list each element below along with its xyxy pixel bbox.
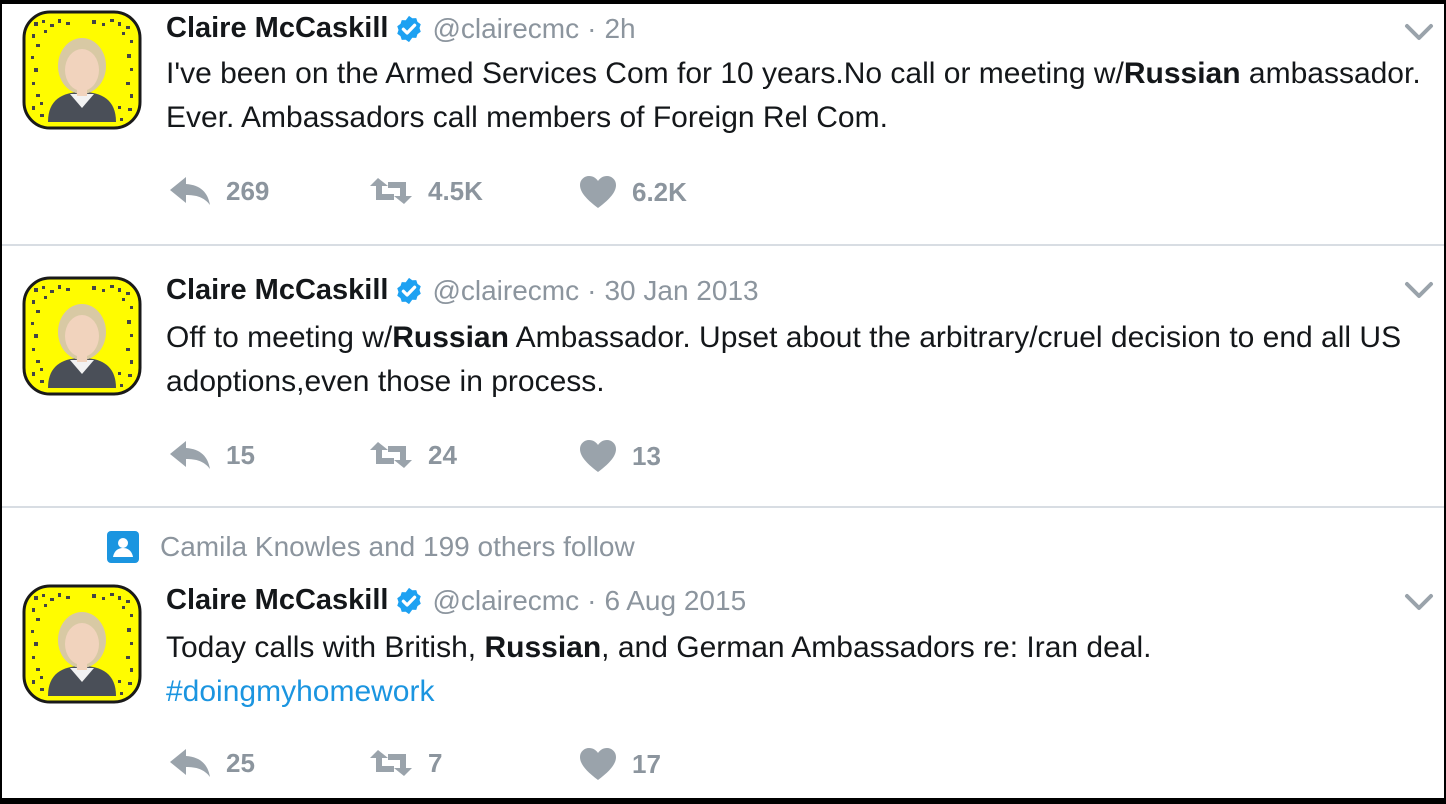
social-context: Camila Knowles and 199 others follow [106,530,635,564]
author-handle[interactable]: @clairecmc [432,13,579,45]
text-segment: Today calls with British, [166,631,485,664]
tweet-timestamp[interactable]: 6 Aug 2015 [604,585,746,617]
heart-icon [578,174,618,210]
text-segment-bold: Russian [484,631,602,664]
retweet-button[interactable]: 24 [368,438,457,472]
tweet-card[interactable]: Claire McCaskill @clairecmc · 30 Jan 201… [2,246,1444,508]
retweet-count: 24 [428,439,457,470]
tweet-header: Claire McCaskill @clairecmc · 2h [166,12,636,45]
reply-button[interactable]: 25 [168,746,255,780]
chevron-down-icon[interactable] [1404,592,1434,612]
reply-count: 15 [226,439,255,470]
tweet-header: Claire McCaskill @clairecmc · 6 Aug 2015 [166,584,746,617]
tweet-feed: Claire McCaskill @clairecmc · 2h I've be… [2,4,1444,798]
tweet-header: Claire McCaskill @clairecmc · 30 Jan 201… [166,274,759,307]
reply-icon [168,746,212,780]
separator-dot: · [587,584,597,616]
tweet-text: I've been on the Armed Services Com for … [166,52,1428,140]
retweet-icon [368,746,414,780]
text-segment-bold: Russian [1123,57,1241,90]
reply-icon [168,174,212,208]
tweet-text: Today calls with British, Russian, and G… [166,626,1428,714]
verified-badge-icon [394,276,424,306]
separator-dot: · [587,12,597,44]
text-segment: I've been on the Armed Services Com for … [166,57,1124,90]
author-name[interactable]: Claire McCaskill [166,584,388,617]
snapcode-avatar[interactable] [22,584,142,704]
tweet-timestamp[interactable]: 2h [604,13,635,45]
separator-dot: · [587,274,597,306]
tweet-card[interactable]: Claire McCaskill @clairecmc · 2h I've be… [2,4,1444,246]
reply-count: 269 [226,175,270,206]
tweet-card[interactable]: Camila Knowles and 199 others follow Cla… [2,508,1444,798]
tweet-timestamp[interactable]: 30 Jan 2013 [604,275,758,307]
social-context-text[interactable]: Camila Knowles and 199 others follow [160,531,635,563]
verified-badge-icon [394,586,424,616]
like-count: 17 [632,748,661,779]
retweet-icon [368,174,414,208]
like-button[interactable]: 17 [578,746,661,782]
retweet-count: 7 [428,747,443,778]
snapcode-avatar[interactable] [22,276,142,396]
snapcode-avatar[interactable] [22,10,142,130]
author-handle[interactable]: @clairecmc [432,585,579,617]
author-handle[interactable]: @clairecmc [432,275,579,307]
heart-icon [578,438,618,474]
person-icon [107,531,139,563]
reply-button[interactable]: 269 [168,174,269,208]
text-segment: , and German Ambassadors re: Iran deal. [601,631,1152,664]
like-button[interactable]: 13 [578,438,661,474]
reply-icon [168,438,212,472]
author-name[interactable]: Claire McCaskill [166,274,388,307]
text-segment-bold: Russian [392,321,509,354]
chevron-down-icon[interactable] [1404,280,1434,300]
like-button[interactable]: 6.2K [578,174,687,210]
chevron-down-icon[interactable] [1404,22,1434,42]
heart-icon [578,746,618,782]
verified-badge-icon [394,14,424,44]
hashtag-link[interactable]: #doingmyhomework [166,675,434,708]
text-segment: Off to meeting w/ [166,321,393,354]
like-count: 6.2K [632,176,687,207]
tweet-text: Off to meeting w/Russian Ambassador. Ups… [166,316,1428,404]
reply-button[interactable]: 15 [168,438,255,472]
retweet-button[interactable]: 7 [368,746,442,780]
retweet-count: 4.5K [428,175,483,206]
author-name[interactable]: Claire McCaskill [166,12,388,45]
like-count: 13 [632,440,661,471]
retweet-button[interactable]: 4.5K [368,174,483,208]
reply-count: 25 [226,747,255,778]
retweet-icon [368,438,414,472]
